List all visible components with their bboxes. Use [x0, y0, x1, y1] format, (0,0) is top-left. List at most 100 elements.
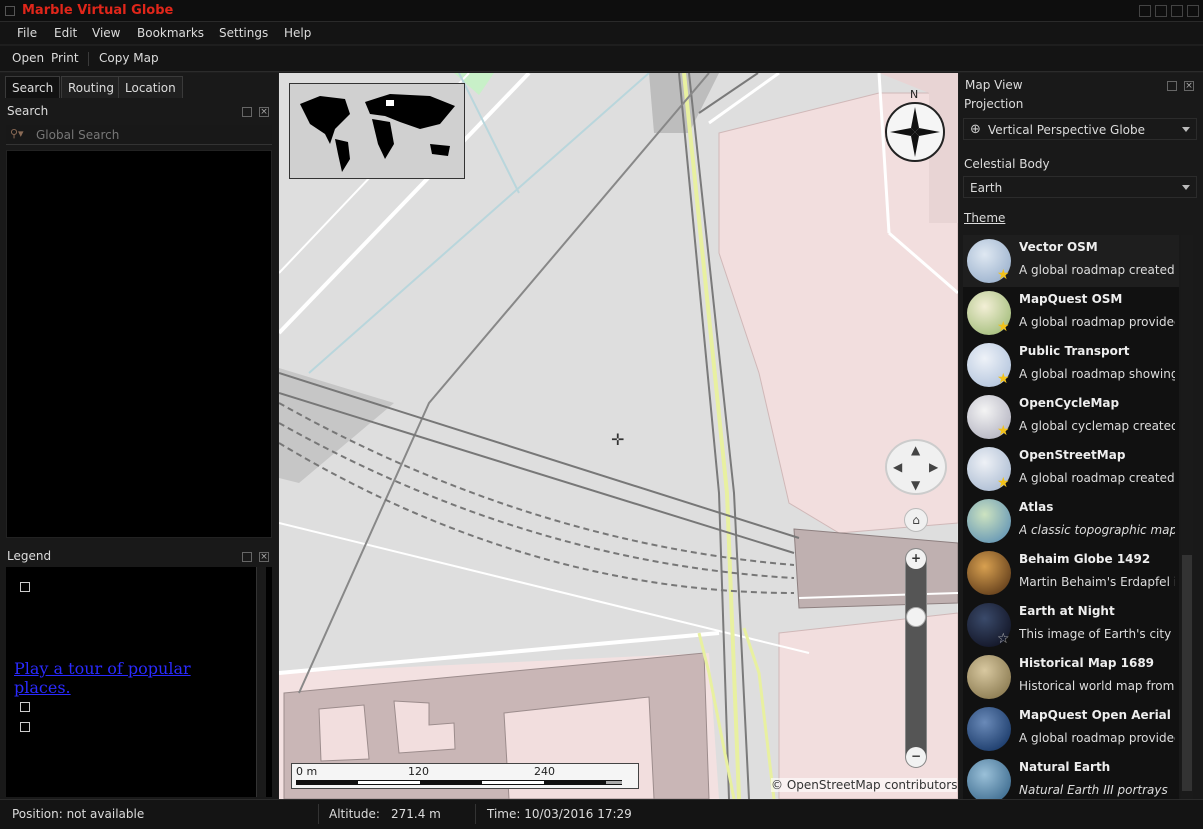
- zoom-slider-handle[interactable]: [906, 607, 926, 627]
- theme-name: Atlas: [1019, 500, 1054, 514]
- theme-name: OpenCycleMap: [1019, 396, 1120, 410]
- theme-description: A classic topographic map.: [1019, 523, 1175, 537]
- legend-view: Play a tour of popular places.: [6, 567, 272, 797]
- home-button[interactable]: ⌂: [904, 508, 928, 532]
- theme-name: MapQuest Open Aerial: [1019, 708, 1171, 722]
- theme-item-public-transport[interactable]: ★ Public Transport A global roadmap show…: [963, 339, 1179, 391]
- scrollbar-thumb[interactable]: [1182, 555, 1192, 791]
- legend-checkbox[interactable]: [20, 702, 30, 712]
- legend-checkbox[interactable]: [20, 582, 30, 592]
- home-icon: ⌂: [912, 513, 920, 527]
- close-map-view-icon[interactable]: ×: [1184, 81, 1194, 91]
- close-legend-icon[interactable]: ×: [259, 552, 269, 562]
- theme-item-opencyclemap[interactable]: ★ OpenCycleMap A global cyclemap created: [963, 391, 1179, 443]
- menu-view[interactable]: View: [92, 26, 120, 40]
- scale-label-mid: 120: [408, 765, 429, 778]
- menu-help[interactable]: Help: [284, 26, 311, 40]
- map-view-title: Map View: [965, 78, 1023, 92]
- projection-value: Vertical Perspective Globe: [988, 123, 1146, 137]
- theme-item-openstreetmap[interactable]: ★ OpenStreetMap A global roadmap created: [963, 443, 1179, 495]
- theme-description: This image of Earth's city: [1019, 627, 1172, 641]
- zoom-in-button[interactable]: +: [906, 549, 926, 569]
- status-time: Time: 10/03/2016 17:29: [487, 807, 632, 821]
- tab-routing[interactable]: Routing: [61, 76, 122, 98]
- zoom-slider[interactable]: + −: [905, 548, 927, 768]
- theme-description: A global roadmap showing: [1019, 367, 1175, 381]
- natural-earth-globe-icon: [967, 759, 1011, 799]
- menu-bar: File Edit View Bookmarks Settings Help: [0, 22, 1203, 44]
- status-separator: [318, 804, 319, 824]
- pan-up-icon[interactable]: ▲: [911, 443, 920, 457]
- menu-edit[interactable]: Edit: [54, 26, 77, 40]
- maximize-button[interactable]: [1171, 5, 1183, 17]
- theme-item-behaim-globe[interactable]: Behaim Globe 1492 Martin Behaim's Erdapf…: [963, 547, 1179, 599]
- theme-description: A global roadmap created: [1019, 471, 1175, 485]
- map-attribution[interactable]: © OpenStreetMap contributors: [771, 778, 958, 792]
- theme-item-mapquest-osm[interactable]: ★ MapQuest OSM A global roadmap provided: [963, 287, 1179, 339]
- atlas-globe-icon: [967, 499, 1011, 543]
- status-position: Position: not available: [12, 807, 145, 821]
- pan-left-icon[interactable]: ◀: [893, 460, 902, 474]
- close-panel-icon[interactable]: ×: [259, 107, 269, 117]
- theme-name: Vector OSM: [1019, 240, 1098, 254]
- menu-bookmarks[interactable]: Bookmarks: [137, 26, 204, 40]
- window-menu-icon[interactable]: [5, 6, 15, 16]
- theme-list-scrollbar[interactable]: [1181, 235, 1193, 799]
- scale-bar: 0 m 120 240: [291, 763, 639, 789]
- title-bar: Marble Virtual Globe: [0, 0, 1203, 22]
- theme-name: Behaim Globe 1492: [1019, 552, 1151, 566]
- float-panel-icon[interactable]: [242, 107, 252, 117]
- float-legend-icon[interactable]: [242, 552, 252, 562]
- close-window-button[interactable]: [1187, 5, 1199, 17]
- copy-map-button[interactable]: Copy Map: [99, 51, 159, 65]
- minimize-button[interactable]: [1155, 5, 1167, 17]
- theme-item-vector-osm[interactable]: ★ Vector OSM A global roadmap created: [963, 235, 1179, 287]
- theme-item-earth-at-night[interactable]: ☆ Earth at Night This image of Earth's c…: [963, 599, 1179, 651]
- theme-name: Natural Earth: [1019, 760, 1111, 774]
- theme-item-mapquest-open-aerial[interactable]: MapQuest Open Aerial A global roadmap pr…: [963, 703, 1179, 755]
- theme-item-historical-map[interactable]: Historical Map 1689 Historical world map…: [963, 651, 1179, 703]
- shade-button[interactable]: [1139, 5, 1151, 17]
- tab-search[interactable]: Search: [5, 76, 61, 98]
- celestial-body-select[interactable]: Earth: [963, 176, 1197, 198]
- compass-rose: N: [884, 88, 946, 164]
- float-map-view-icon[interactable]: [1167, 81, 1177, 91]
- menu-file[interactable]: File: [17, 26, 37, 40]
- pan-down-icon[interactable]: ▼: [911, 478, 920, 492]
- building-area: [778, 612, 958, 799]
- pan-right-icon[interactable]: ▶: [929, 460, 938, 474]
- status-separator: [475, 804, 476, 824]
- menu-settings[interactable]: Settings: [219, 26, 268, 40]
- legend-checkbox[interactable]: [20, 722, 30, 732]
- tab-location[interactable]: Location: [118, 76, 183, 98]
- theme-name: OpenStreetMap: [1019, 448, 1126, 462]
- favorite-star-icon: ★: [997, 475, 1010, 491]
- search-panel-title: Search: [7, 104, 49, 118]
- tour-link[interactable]: Play a tour of popular places.: [14, 659, 224, 697]
- projection-select[interactable]: ⊕ Vertical Perspective Globe: [963, 118, 1197, 140]
- behaim-globe-icon: [967, 551, 1011, 595]
- theme-name: Earth at Night: [1019, 604, 1115, 618]
- scale-ruler: [296, 780, 622, 785]
- aerial-globe-icon: [967, 707, 1011, 751]
- pan-control[interactable]: ▲ ▼ ◀ ▶: [885, 439, 947, 495]
- map-canvas[interactable]: N ✛ ▲ ▼ ◀ ▶ ⌂ + − 0 m 120 240 © OpenStre…: [279, 73, 958, 799]
- search-results-list[interactable]: [6, 150, 272, 538]
- legend-scrollbar[interactable]: [256, 567, 266, 797]
- zoom-out-button[interactable]: −: [906, 747, 926, 767]
- chevron-down-icon: [1182, 127, 1190, 132]
- binoculars-icon[interactable]: ⚲▾: [10, 127, 24, 140]
- window-title: Marble Virtual Globe: [22, 3, 174, 18]
- theme-item-natural-earth[interactable]: Natural Earth Natural Earth III portrays: [963, 755, 1179, 799]
- theme-label: Theme: [964, 211, 1006, 225]
- open-button[interactable]: Open: [12, 51, 44, 65]
- theme-item-atlas[interactable]: Atlas A classic topographic map.: [963, 495, 1179, 547]
- search-input[interactable]: ⚲▾ Global Search: [6, 125, 272, 145]
- favorite-star-icon: ★: [997, 319, 1010, 335]
- theme-list[interactable]: ★ Vector OSM A global roadmap created ★ …: [963, 235, 1179, 799]
- print-button[interactable]: Print: [51, 51, 79, 65]
- theme-name: Public Transport: [1019, 344, 1130, 358]
- historical-globe-icon: [967, 655, 1011, 699]
- overview-world-map[interactable]: [289, 83, 465, 179]
- favorite-star-icon: ★: [997, 267, 1010, 283]
